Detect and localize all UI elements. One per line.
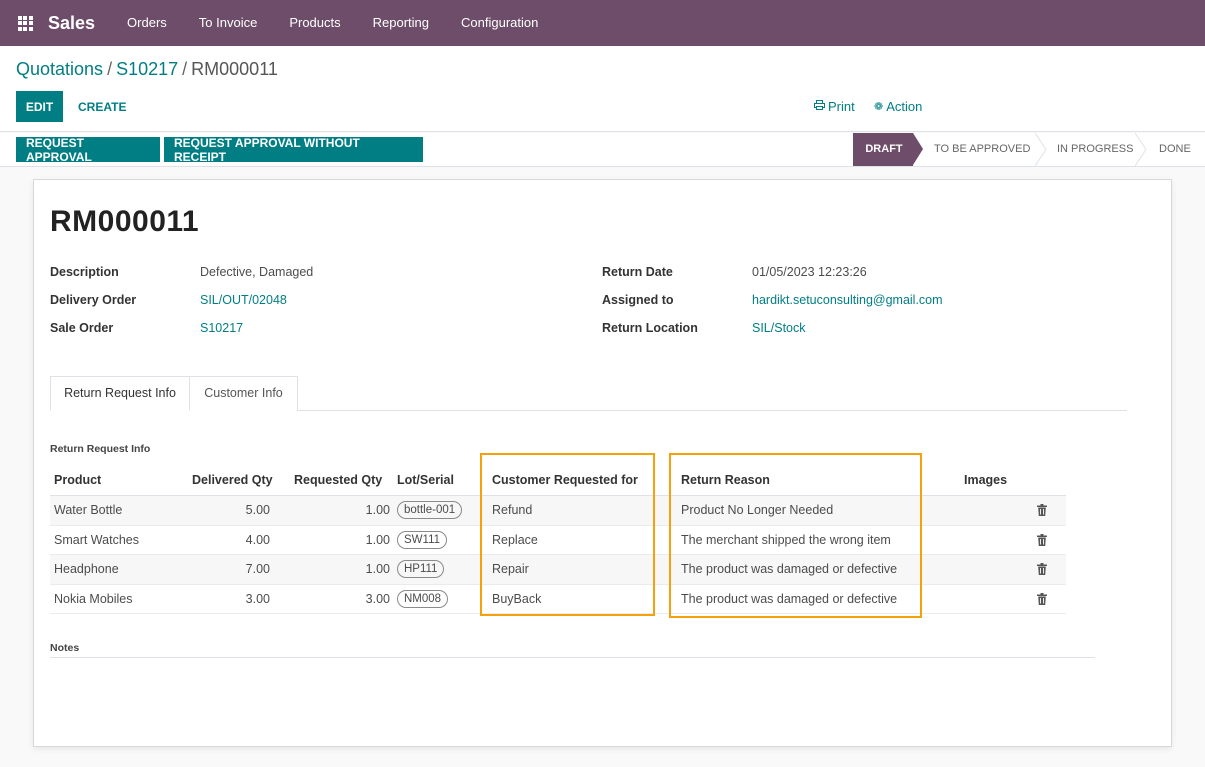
- product-cell: Nokia Mobiles: [54, 591, 133, 606]
- notes-field[interactable]: [50, 657, 1095, 658]
- lot-serial-badge: SW111: [397, 530, 448, 549]
- column-header-delivered-qty[interactable]: Delivered Qty: [192, 464, 292, 495]
- gear-icon: ❁: [874, 101, 884, 113]
- stage-done[interactable]: DONE: [1159, 133, 1191, 166]
- sale-order-label: Sale Order: [50, 321, 114, 335]
- tab-return-request-info[interactable]: Return Request Info: [50, 376, 190, 411]
- column-header-requested-qty[interactable]: Requested Qty: [294, 464, 394, 495]
- action-label: Action: [886, 99, 923, 114]
- menu-configuration[interactable]: Configuration: [445, 0, 554, 46]
- breadcrumb-current: RM000011: [191, 59, 278, 79]
- grid-apps-icon[interactable]: [0, 0, 50, 46]
- assigned-to-label: Assigned to: [602, 293, 674, 307]
- product-cell: Water Bottle: [54, 503, 123, 518]
- breadcrumb-separator: /: [182, 59, 188, 79]
- delivered-qty-cell: 5.00: [245, 503, 270, 518]
- return-location-label: Return Location: [602, 321, 698, 335]
- delivered-qty-cell: 3.00: [245, 591, 270, 606]
- request-approval-without-receipt-button[interactable]: REQUEST APPROVAL WITHOUT RECEIPT: [164, 136, 423, 164]
- return-date-label: Return Date: [602, 265, 673, 279]
- stage-draft[interactable]: DRAFT: [853, 133, 923, 166]
- app-brand[interactable]: Sales: [48, 13, 95, 34]
- menu-to-invoice[interactable]: To Invoice: [183, 0, 274, 46]
- highlight-box-customer-requested: [480, 453, 655, 616]
- lot-serial-badge: bottle-001: [397, 501, 463, 520]
- edit-button[interactable]: EDIT: [16, 91, 63, 122]
- print-label: Print: [828, 99, 855, 114]
- column-header-images[interactable]: Images: [964, 464, 1064, 495]
- breadcrumb-quotations[interactable]: Quotations: [16, 59, 103, 79]
- product-cell: Smart Watches: [54, 532, 139, 547]
- lot-serial-badge: NM008: [397, 589, 449, 608]
- lot-serial-cell: NM008: [397, 585, 487, 614]
- assigned-to-link[interactable]: hardikt.setuconsulting@gmail.com: [752, 293, 943, 307]
- lot-serial-cell: bottle-001: [397, 496, 487, 525]
- breadcrumb-sale-order[interactable]: S10217: [116, 59, 178, 79]
- request-approval-button[interactable]: REQUEST APPROVAL: [16, 136, 160, 164]
- trash-icon[interactable]: [1032, 585, 1052, 614]
- delivered-qty-cell: 4.00: [245, 532, 270, 547]
- notes-label: Notes: [50, 642, 80, 654]
- delivered-qty-cell: 7.00: [245, 562, 270, 577]
- lot-serial-cell: HP111: [397, 555, 487, 584]
- status-bar: REQUEST APPROVAL REQUEST APPROVAL WITHOU…: [0, 133, 1205, 167]
- form-sheet: RM000011 Description Defective, Damaged …: [33, 179, 1172, 747]
- print-dropdown[interactable]: Print: [814, 99, 855, 114]
- menu-products[interactable]: Products: [273, 0, 356, 46]
- create-button[interactable]: CREATE: [66, 91, 138, 122]
- trash-icon[interactable]: [1032, 526, 1052, 555]
- trash-icon[interactable]: [1032, 555, 1052, 584]
- breadcrumb: Quotations / S10217/RM000011: [16, 59, 278, 80]
- print-icon: [814, 100, 825, 113]
- action-dropdown[interactable]: ❁ Action: [874, 99, 922, 114]
- lot-serial-cell: SW111: [397, 526, 487, 555]
- description-value: Defective, Damaged: [200, 265, 314, 279]
- stage-to-be-approved[interactable]: TO BE APPROVED: [934, 133, 1030, 166]
- stage-chevron-icon: [1135, 133, 1147, 166]
- stage-chevron-icon: [1035, 133, 1047, 166]
- requested-qty-cell: 3.00: [365, 591, 390, 606]
- highlight-box-return-reason: [669, 453, 922, 618]
- return-date-value: 01/05/2023 12:23:26: [752, 265, 867, 279]
- tab-customer-info[interactable]: Customer Info: [190, 376, 298, 411]
- description-label: Description: [50, 265, 119, 279]
- control-panel: Quotations / S10217/RM000011 EDIT CREATE P…: [0, 46, 1205, 132]
- section-title: Return Request Info: [50, 443, 151, 455]
- record-title: RM000011: [50, 205, 200, 238]
- requested-qty-cell: 1.00: [365, 562, 390, 577]
- delivery-order-label: Delivery Order: [50, 293, 137, 307]
- menu-orders[interactable]: Orders: [111, 0, 183, 46]
- product-cell: Headphone: [54, 562, 119, 577]
- column-header-product[interactable]: Product: [54, 464, 184, 495]
- requested-qty-cell: 1.00: [365, 532, 390, 547]
- breadcrumb-separator: /: [107, 59, 113, 79]
- sale-order-link[interactable]: S10217: [200, 321, 243, 335]
- notebook-tabs: Return Request Info Customer Info: [50, 376, 1127, 411]
- return-location-link[interactable]: SIL/Stock: [752, 321, 806, 335]
- stage-in-progress[interactable]: IN PROGRESS: [1057, 133, 1133, 166]
- lot-serial-badge: HP111: [397, 560, 445, 579]
- delivery-order-link[interactable]: SIL/OUT/02048: [200, 293, 287, 307]
- menu-reporting[interactable]: Reporting: [357, 0, 445, 46]
- column-header-lot-serial[interactable]: Lot/Serial: [397, 464, 487, 495]
- top-navbar: Sales Orders To Invoice Products Reporti…: [0, 0, 1205, 46]
- requested-qty-cell: 1.00: [365, 503, 390, 518]
- trash-icon[interactable]: [1032, 496, 1052, 525]
